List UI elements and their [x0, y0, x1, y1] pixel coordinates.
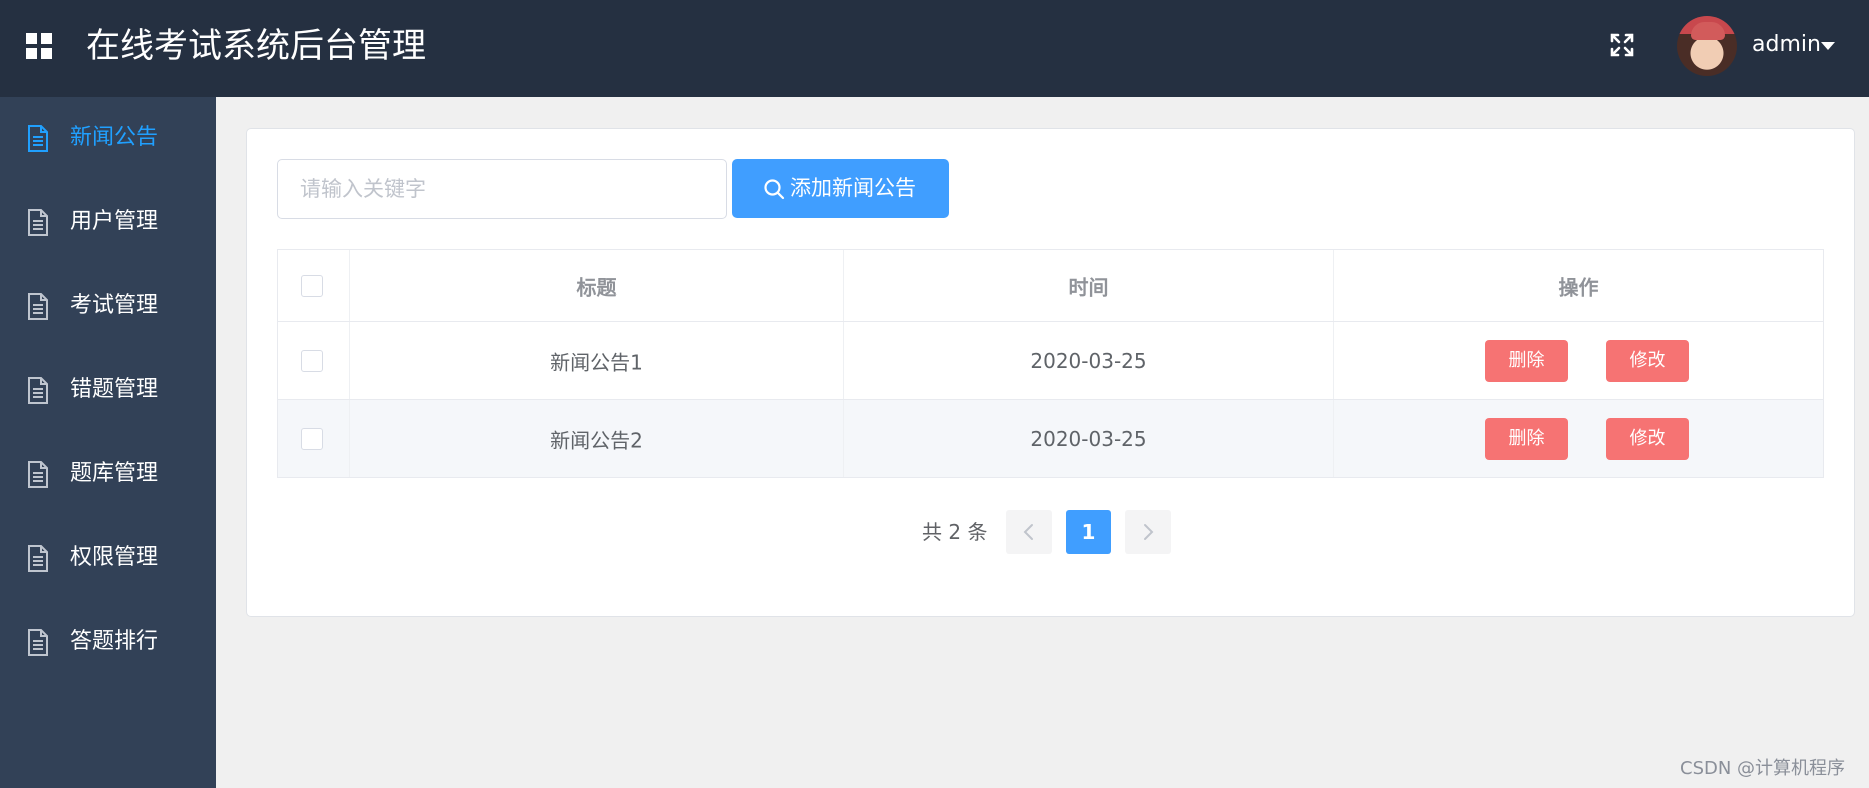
column-header-actions: 操作 — [1558, 275, 1599, 299]
user-name[interactable]: admin — [1752, 30, 1821, 60]
grid-menu-icon[interactable] — [26, 33, 52, 59]
column-header-time[interactable]: 时间 — [844, 271, 1333, 300]
sidebar-item-label: 考试管理 — [70, 293, 159, 318]
sidebar-item-label: 新闻公告 — [70, 125, 159, 150]
add-news-label: 添加新闻公告 — [790, 176, 916, 200]
document-icon — [28, 293, 48, 320]
caret-down-icon[interactable] — [1821, 42, 1835, 50]
fullscreen-icon[interactable] — [1609, 32, 1635, 58]
sidebar-item-users[interactable]: 用户管理 — [0, 181, 216, 265]
sidebar: 新闻公告 用户管理 考试管理 错题管理 题库管理 权限管理 答题排行 — [0, 97, 216, 788]
next-page-button[interactable] — [1125, 510, 1171, 554]
document-icon — [28, 377, 48, 404]
watermark-text: CSDN @计算机程序 — [1680, 758, 1846, 779]
sidebar-item-news[interactable]: 新闻公告 — [0, 97, 216, 181]
sidebar-item-ranking[interactable]: 答题排行 — [0, 601, 216, 685]
edit-button[interactable]: 修改 — [1606, 417, 1689, 460]
search-icon — [764, 179, 785, 200]
search-input[interactable] — [277, 159, 727, 219]
table-row: 新闻公告1 2020-03-25 删除 修改 — [278, 321, 1823, 399]
add-news-button[interactable]: 添加新闻公告 — [732, 159, 949, 218]
sidebar-item-exams[interactable]: 考试管理 — [0, 265, 216, 349]
delete-button[interactable]: 删除 — [1485, 339, 1568, 382]
document-icon — [28, 125, 48, 152]
pagination-total: 共 2 条 — [922, 520, 988, 544]
app-title: 在线考试系统后台管理 — [86, 26, 426, 66]
page-number-button[interactable]: 1 — [1066, 510, 1111, 554]
edit-button[interactable]: 修改 — [1606, 339, 1689, 382]
row-title: 新闻公告1 — [550, 350, 643, 374]
chevron-right-icon — [1144, 524, 1154, 540]
row-title: 新闻公告2 — [550, 428, 643, 452]
table-row: 新闻公告2 2020-03-25 删除 修改 — [278, 399, 1823, 477]
sidebar-item-label: 题库管理 — [70, 461, 159, 486]
sidebar-item-label: 权限管理 — [70, 545, 159, 570]
table-header: 标题 时间 操作 — [278, 250, 1823, 321]
column-header-title[interactable]: 标题 — [350, 271, 843, 300]
sidebar-item-permissions[interactable]: 权限管理 — [0, 517, 216, 601]
row-time: 2020-03-25 — [1030, 348, 1147, 373]
document-icon — [28, 461, 48, 488]
sidebar-item-question-bank[interactable]: 题库管理 — [0, 433, 216, 517]
sidebar-item-wrong-questions[interactable]: 错题管理 — [0, 349, 216, 433]
row-checkbox[interactable] — [301, 349, 323, 372]
prev-page-button[interactable] — [1006, 510, 1052, 554]
sidebar-item-label: 答题排行 — [70, 629, 159, 654]
delete-button[interactable]: 删除 — [1485, 417, 1568, 460]
chevron-left-icon — [1023, 524, 1033, 540]
sidebar-item-label: 错题管理 — [70, 377, 159, 402]
sidebar-item-label: 用户管理 — [70, 209, 159, 234]
select-all-checkbox[interactable] — [301, 274, 323, 297]
document-icon — [28, 209, 48, 236]
row-checkbox[interactable] — [301, 427, 323, 450]
row-time: 2020-03-25 — [1030, 426, 1147, 451]
news-table: 标题 时间 操作 新闻公告1 2020-03-25 删除 修改 新闻公告2 20… — [277, 249, 1824, 478]
document-icon — [28, 629, 48, 656]
document-icon — [28, 545, 48, 572]
top-header: 在线考试系统后台管理 admin — [0, 0, 1869, 97]
avatar[interactable] — [1677, 16, 1737, 76]
